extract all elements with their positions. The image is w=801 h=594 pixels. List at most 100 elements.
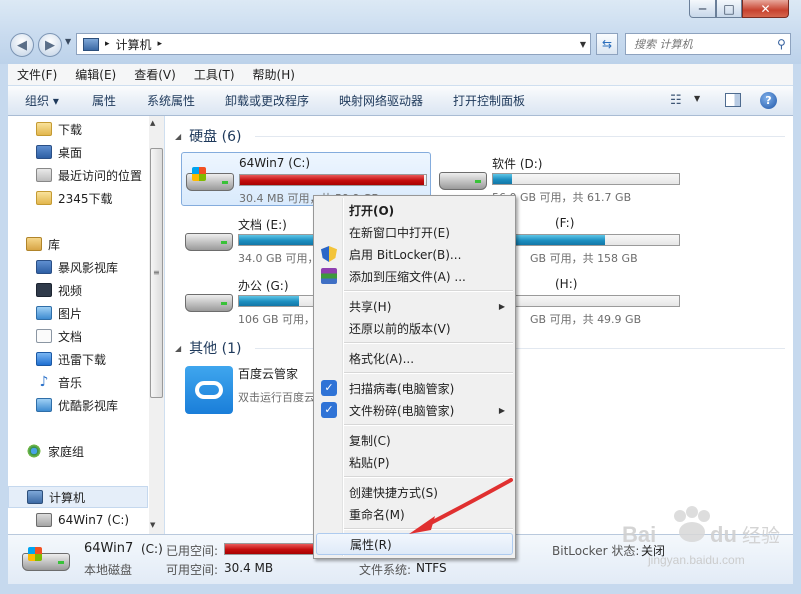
collapse-triangle-icon[interactable]: ◢ <box>175 344 181 353</box>
desktop-icon <box>36 145 52 159</box>
nav-item-drive-c[interactable]: 64Win7 (C:) <box>36 510 129 530</box>
collapse-triangle-icon[interactable]: ◢ <box>175 132 181 141</box>
nav-item-label: 图片 <box>58 306 83 321</box>
computer-icon <box>83 37 99 51</box>
nav-item-desktop[interactable]: 桌面 <box>36 142 82 162</box>
nav-item-thunder-downloads[interactable]: 迅雷下载 <box>36 349 106 369</box>
nav-item-label: 2345下载 <box>58 191 113 206</box>
ctx-label: 属性(R) <box>350 537 392 552</box>
nav-item-2345-downloads[interactable]: 2345下载 <box>36 188 113 208</box>
nav-item-downloads[interactable]: 下载 <box>36 119 82 139</box>
nav-item-homegroup[interactable]: 家庭组 <box>26 441 84 461</box>
ctx-restore-previous[interactable]: 还原以前的版本(V) <box>316 317 513 339</box>
drive-usage-fill <box>493 174 512 184</box>
nav-item-computer[interactable]: 计算机 <box>8 486 148 508</box>
computer-icon <box>27 490 43 504</box>
drive-free-space: GB 可用，共 158 GB <box>530 252 638 265</box>
minimize-icon: ─ <box>698 1 707 16</box>
nav-item-documents[interactable]: 文档 <box>36 326 82 346</box>
media-library-icon <box>36 260 52 274</box>
scroll-up-arrow-icon[interactable]: ▲ <box>150 119 155 127</box>
drive-icon <box>185 288 233 314</box>
ctx-open-new-window[interactable]: 在新窗口中打开(E) <box>316 221 513 243</box>
nav-item-pictures[interactable]: 图片 <box>36 303 82 323</box>
properties-button[interactable]: 属性 <box>92 86 116 116</box>
help-icon[interactable]: ? <box>760 92 777 109</box>
nav-item-baofeng-library[interactable]: 暴风影视库 <box>36 257 118 277</box>
search-box[interactable]: ⚲ <box>625 33 791 55</box>
drive-usage-bar <box>492 234 680 246</box>
details-free-value: 30.4 MB <box>224 561 274 575</box>
nav-item-label: 库 <box>48 237 61 252</box>
svg-text:经验: 经验 <box>742 525 780 547</box>
group-title: 硬盘 (6) <box>189 129 242 145</box>
ctx-paste[interactable]: 粘贴(P) <box>316 451 513 473</box>
preview-pane-icon[interactable] <box>725 93 741 107</box>
map-network-drive-button[interactable]: 映射网络驱动器 <box>339 86 423 116</box>
uninstall-program-button[interactable]: 卸载或更改程序 <box>225 86 309 116</box>
svg-text:du: du <box>710 522 737 547</box>
submenu-arrow-icon: ▶ <box>498 301 505 311</box>
drive-usage-bar <box>492 295 680 307</box>
refresh-button[interactable]: ⇆ <box>596 33 618 55</box>
navigation-pane: 下载 桌面 最近访问的位置 2345下载 库 暴风影视库 视频 图片 文档 迅雷… <box>8 116 150 534</box>
breadcrumb-trailing-arrow[interactable]: ▸ <box>158 39 163 49</box>
group-header-other[interactable]: ◢ 其他 (1) <box>175 338 241 358</box>
menu-edit[interactable]: 编辑(E) <box>66 66 125 83</box>
address-bar[interactable]: ▸ 计算机 ▸ <box>76 33 591 55</box>
menu-help[interactable]: 帮助(H) <box>244 66 304 83</box>
ctx-copy[interactable]: 复制(C) <box>316 429 513 451</box>
breadcrumb-computer[interactable]: 计算机 <box>116 36 152 53</box>
youku-library-icon <box>36 398 52 412</box>
maximize-icon: □ <box>723 1 735 16</box>
system-properties-button[interactable]: 系统属性 <box>147 86 195 116</box>
forward-button[interactable]: ▶ <box>38 33 62 57</box>
menu-file[interactable]: 文件(F) <box>8 66 66 83</box>
nav-item-recent-places[interactable]: 最近访问的位置 <box>36 165 142 185</box>
search-input[interactable] <box>632 36 771 52</box>
nav-item-libraries[interactable]: 库 <box>26 234 60 254</box>
documents-icon <box>36 329 52 343</box>
ctx-share[interactable]: 共享(H) ▶ <box>316 295 513 317</box>
nav-item-youku-library[interactable]: 优酷影视库 <box>36 395 118 415</box>
close-button[interactable]: ✕ <box>742 0 789 18</box>
ctx-label: 在新窗口中打开(E) <box>349 225 450 240</box>
organize-button[interactable]: 组织 ▾ <box>25 86 59 116</box>
ctx-label: 共享(H) <box>349 299 392 314</box>
ctx-format[interactable]: 格式化(A)... <box>316 347 513 369</box>
scrollbar-grip-icon: ≡ <box>153 268 160 277</box>
back-button[interactable]: ◀ <box>10 33 34 57</box>
homegroup-icon <box>26 444 42 458</box>
nav-item-videos[interactable]: 视频 <box>36 280 82 300</box>
uac-shield-icon <box>321 246 337 262</box>
change-view-icon[interactable]: ☷ <box>670 93 686 109</box>
ctx-open[interactable]: 打开(O) <box>316 199 513 221</box>
close-icon: ✕ <box>760 1 771 16</box>
search-icon[interactable]: ⚲ <box>777 37 786 51</box>
drive-free-space: GB 可用，共 49.9 GB <box>530 313 642 326</box>
menu-tools[interactable]: 工具(T) <box>185 66 244 83</box>
ctx-file-shred[interactable]: ✓ 文件粉碎(电脑管家) ▶ <box>316 399 513 421</box>
windows-drive-icon <box>22 547 70 573</box>
pc-manager-icon: ✓ <box>321 380 337 396</box>
view-options-dropdown[interactable]: ▼ <box>694 94 700 103</box>
address-history-dropdown[interactable]: ▼ <box>576 35 590 53</box>
minimize-button[interactable]: ─ <box>689 0 716 18</box>
menu-view[interactable]: 查看(V) <box>125 66 185 83</box>
drive-name: 软件 (D:) <box>492 157 543 171</box>
folder-icon <box>36 122 52 136</box>
drive-icon <box>439 166 487 192</box>
ctx-scan-virus[interactable]: ✓ 扫描病毒(电脑管家) <box>316 377 513 399</box>
drive-name: 办公 (G:) <box>238 279 289 293</box>
nav-item-music[interactable]: ♪ 音乐 <box>36 372 82 392</box>
group-header-hard-disks[interactable]: ◢ 硬盘 (6) <box>175 126 241 146</box>
watermark-url: jingyan.baidu.com <box>647 553 745 567</box>
ctx-add-to-archive[interactable]: 添加到压缩文件(A) ... <box>316 265 513 287</box>
open-control-panel-button[interactable]: 打开控制面板 <box>453 86 525 116</box>
recent-pages-dropdown[interactable]: ▼ <box>65 37 71 46</box>
ctx-bitlocker[interactable]: 启用 BitLocker(B)... <box>316 243 513 265</box>
scroll-down-arrow-icon[interactable]: ▼ <box>150 521 155 529</box>
recent-places-icon <box>36 168 52 182</box>
maximize-button[interactable]: □ <box>716 0 742 18</box>
nav-item-label: 暴风影视库 <box>58 260 119 275</box>
